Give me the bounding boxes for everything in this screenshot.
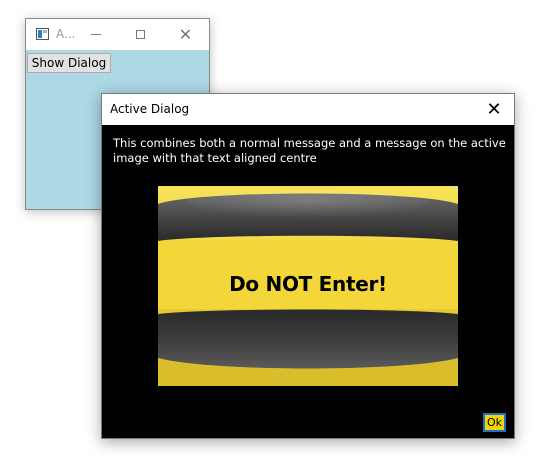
close-icon: ✕: [486, 99, 502, 120]
dialog-title: Active Dialog: [110, 102, 190, 116]
dialog-message: This combines both a normal message and …: [113, 136, 506, 165]
maximize-icon: [136, 30, 145, 39]
maximize-button[interactable]: [118, 19, 163, 50]
dialog-close-button[interactable]: ✕: [474, 94, 514, 125]
ok-button[interactable]: Ok: [483, 413, 506, 432]
active-image: Do NOT Enter!: [158, 186, 458, 386]
background-window-titlebar[interactable]: A... ✕: [26, 19, 209, 50]
image-caption: Do NOT Enter!: [229, 272, 387, 296]
close-icon: ✕: [178, 24, 193, 44]
minimize-button[interactable]: [73, 19, 118, 50]
app-window-icon: [36, 28, 49, 40]
close-button[interactable]: ✕: [163, 19, 208, 50]
show-dialog-button[interactable]: Show Dialog: [27, 53, 111, 73]
dialog-titlebar[interactable]: Active Dialog ✕: [102, 94, 514, 125]
minimize-icon: [90, 34, 101, 35]
active-dialog: Active Dialog ✕ This combines both a nor…: [101, 93, 515, 439]
